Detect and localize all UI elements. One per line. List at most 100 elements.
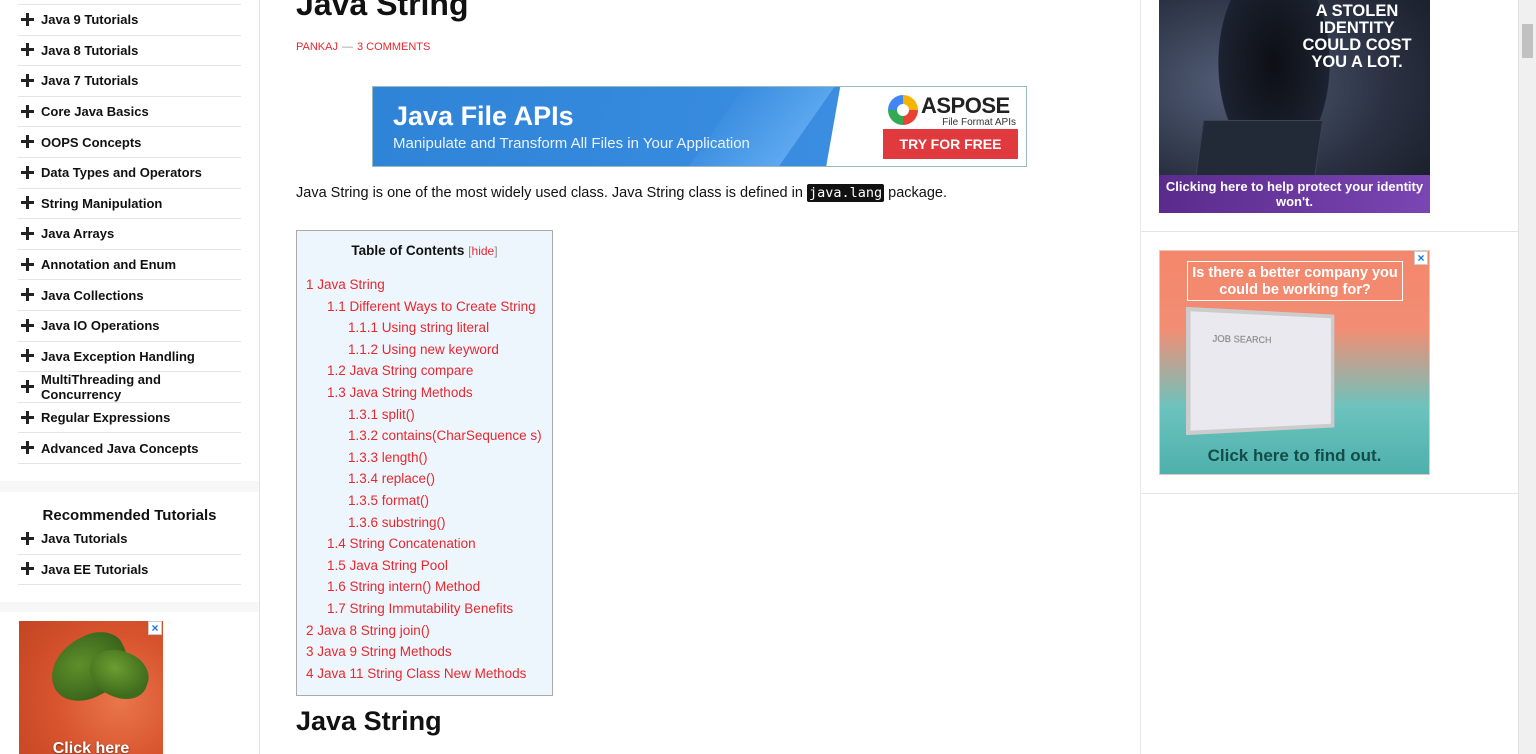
toc-link[interactable]: 1.3.2 contains(CharSequence s) [348,428,542,443]
toc-link[interactable]: 1.4 String Concatenation [327,536,476,551]
sidebar-category-label[interactable]: Java Arrays [41,226,114,241]
sidebar-category-item[interactable]: String Manipulation [18,189,241,220]
sidebar-category-label[interactable]: OOPS Concepts [41,135,141,150]
toc-item: 1.1 Different Ways to Create String [306,296,543,318]
toc-link[interactable]: 3 Java 9 String Methods [306,644,452,659]
sidebar-category-item[interactable]: Core Java Basics [18,97,241,128]
plus-icon[interactable] [20,195,36,211]
sidebar-category-label[interactable]: Annotation and Enum [41,257,176,272]
sidebar-category-label[interactable]: String Manipulation [41,196,162,211]
sidebar-category-label[interactable]: Java 9 Tutorials [41,12,138,27]
close-icon[interactable]: × [148,621,162,635]
plus-icon[interactable] [20,165,36,181]
toc-item: 3 Java 9 String Methods [306,641,543,663]
plus-icon[interactable] [20,134,36,150]
sidebar-category-label[interactable]: Data Types and Operators [41,165,202,180]
plus-icon[interactable] [20,348,36,364]
sidebar-category-label[interactable]: Regular Expressions [41,410,170,425]
toc-link[interactable]: 1.2 Java String compare [327,363,473,378]
toc-link[interactable]: 1.1.2 Using new keyword [348,342,499,357]
identity-ad-headline: A STOLEN IDENTITY COULD COST YOU A LOT. [1302,2,1412,71]
sidebar-category-label[interactable]: Core Java Basics [41,104,149,119]
toc-link[interactable]: 1.3.1 split() [348,407,415,422]
recommended-label[interactable]: Java Tutorials [41,531,127,546]
toc-link[interactable]: 1.3.5 format() [348,493,429,508]
sidebar-category-item[interactable]: MultiThreading and Concurrency [18,372,241,403]
toc-link[interactable]: 1.3.4 replace() [348,471,435,486]
aspose-tagline: File Format APIs [942,117,1016,128]
intro-paragraph: Java String is one of the most widely us… [296,184,948,202]
toc-link[interactable]: 1.1.1 Using string literal [348,320,489,335]
toc-item: 1.6 String intern() Method [306,576,543,598]
toc-item: 1.3.1 split() [306,404,543,426]
sidebar-category-item[interactable]: Java IO Operations [18,311,241,342]
recommended-label[interactable]: Java EE Tutorials [41,562,148,577]
comments-link[interactable]: 3 COMMENTS [357,41,430,53]
intro-text-end: package. [884,185,948,201]
toc-link[interactable]: 1.3.3 length() [348,450,428,465]
plus-icon[interactable] [20,561,36,577]
job-search-screen-text: JOB SEARCH [1212,333,1272,346]
job-search-ad[interactable]: Is there a better company you could be w… [1159,250,1430,475]
plus-icon[interactable] [20,257,36,273]
plus-icon[interactable] [20,73,36,89]
close-icon[interactable]: × [1414,251,1428,265]
recommended-item[interactable]: Java Tutorials [18,524,241,555]
plus-icon[interactable] [20,226,36,242]
plus-icon[interactable] [20,12,36,28]
page-scrollbar[interactable] [1518,0,1536,754]
sidebar-category-item[interactable]: Annotation and Enum [18,250,241,281]
toc-item: 1.3.5 format() [306,490,543,512]
toc-link[interactable]: 1.5 Java String Pool [327,558,448,573]
toc-hide-link[interactable]: hide [472,244,495,258]
sidebar-category-item[interactable]: Regular Expressions [18,403,241,434]
plus-icon[interactable] [20,42,36,58]
toc-link[interactable]: 1 Java String [306,277,385,292]
sidebar-category-label[interactable]: Java 8 Tutorials [41,43,138,58]
sidebar-category-item[interactable]: Data Types and Operators [18,158,241,189]
sidebar-category-item[interactable]: OOPS Concepts [18,127,241,158]
toc-link[interactable]: 2 Java 8 String join() [306,623,430,638]
sidebar-category-label[interactable]: Java 7 Tutorials [41,73,138,88]
sidebar-category-item[interactable]: Java Collections [18,280,241,311]
recommended-list: Java Tutorials Java EE Tutorials [18,524,241,586]
toc-link[interactable]: 1.3.6 substring() [348,515,446,530]
toc-link[interactable]: 1.1 Different Ways to Create String [327,299,536,314]
plus-icon[interactable] [20,379,36,395]
food-ad[interactable]: Click here [19,621,163,754]
plus-icon[interactable] [20,531,36,547]
toc-link[interactable]: 1.3 Java String Methods [327,385,473,400]
toc-link[interactable]: 4 Java 11 String Class New Methods [306,666,526,681]
plus-icon[interactable] [20,287,36,303]
plus-icon[interactable] [20,410,36,426]
banner-stripe [687,87,835,166]
inline-code: java.lang [806,184,885,202]
sidebar-category-label[interactable]: Java Collections [41,288,144,303]
sidebar-category-item[interactable]: Java 8 Tutorials [18,36,241,67]
sidebar-category-item[interactable]: Java 7 Tutorials [18,66,241,97]
sidebar-category-label[interactable]: MultiThreading and Concurrency [41,372,241,402]
sidebar-category-label[interactable]: Java IO Operations [41,318,160,333]
sidebar-category-label[interactable]: Java Exception Handling [41,349,195,364]
sidebar-category-item[interactable]: Java Arrays [18,219,241,250]
author-link[interactable]: PANKAJ [296,41,338,53]
sidebar-category-label[interactable]: Advanced Java Concepts [41,441,199,456]
scrollbar-thumb[interactable] [1522,24,1533,58]
plus-icon[interactable] [20,104,36,120]
sidebar-category-item[interactable]: Java Exception Handling [18,342,241,373]
sidebar-category-item[interactable]: Advanced Java Concepts [18,433,241,464]
recommended-item[interactable]: Java EE Tutorials [18,555,241,586]
aspose-banner-ad[interactable]: Java File APIs Manipulate and Transform … [372,86,1027,167]
toc-link[interactable]: 1.6 String intern() Method [327,579,480,594]
identity-theft-ad[interactable]: A STOLEN IDENTITY COULD COST YOU A LOT. … [1159,0,1430,213]
toc-link[interactable]: 1.7 String Immutability Benefits [327,601,513,616]
sidebar-category-item[interactable]: Java 9 Tutorials [18,5,241,36]
sidebar-divider [1141,493,1519,494]
plus-icon[interactable] [20,440,36,456]
try-for-free-button[interactable]: TRY FOR FREE [883,129,1018,159]
toc-item: 2 Java 8 String join() [306,620,543,642]
plus-icon[interactable] [20,318,36,334]
toc-item: 1.3 Java String Methods [306,382,543,404]
right-sidebar: A STOLEN IDENTITY COULD COST YOU A LOT. … [1140,0,1519,754]
monitor-image: JOB SEARCH [1185,306,1335,436]
